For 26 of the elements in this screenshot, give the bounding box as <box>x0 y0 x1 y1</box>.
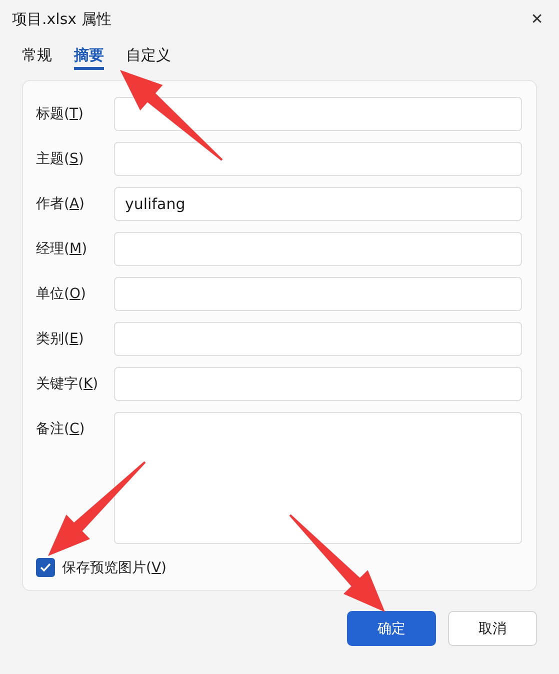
input-field[interactable] <box>114 277 522 311</box>
input-field[interactable] <box>114 367 522 401</box>
close-button[interactable]: ✕ <box>515 0 559 38</box>
cancel-button[interactable]: 取消 <box>448 611 537 646</box>
ok-button[interactable]: 确定 <box>347 611 436 646</box>
tab[interactable]: 自定义 <box>126 46 171 70</box>
tab[interactable]: 常规 <box>22 46 52 70</box>
tab[interactable]: 摘要 <box>74 46 104 70</box>
field-label: 关键字(K) <box>36 375 100 394</box>
field-label: 主题(S) <box>36 150 85 169</box>
window-title: 项目.xlsx 属性 <box>12 10 112 28</box>
input-field[interactable] <box>114 232 522 266</box>
field-label: 备注(C) <box>36 420 86 439</box>
checkbox-label: 保存预览图片(V) <box>62 558 167 576</box>
input-field[interactable] <box>114 97 522 131</box>
checkbox[interactable] <box>36 558 55 577</box>
field-label: 经理(M) <box>36 240 88 259</box>
check-icon <box>40 563 51 572</box>
input-field[interactable] <box>114 322 522 356</box>
field-label: 标题(T) <box>36 105 84 124</box>
field-label: 单位(O) <box>36 285 87 304</box>
field-label: 作者(A) <box>36 195 86 214</box>
input-field[interactable] <box>114 142 522 176</box>
notes-field[interactable] <box>114 412 522 544</box>
field-label: 类别(E) <box>36 330 85 349</box>
input-field[interactable]: yulifang <box>114 187 522 221</box>
